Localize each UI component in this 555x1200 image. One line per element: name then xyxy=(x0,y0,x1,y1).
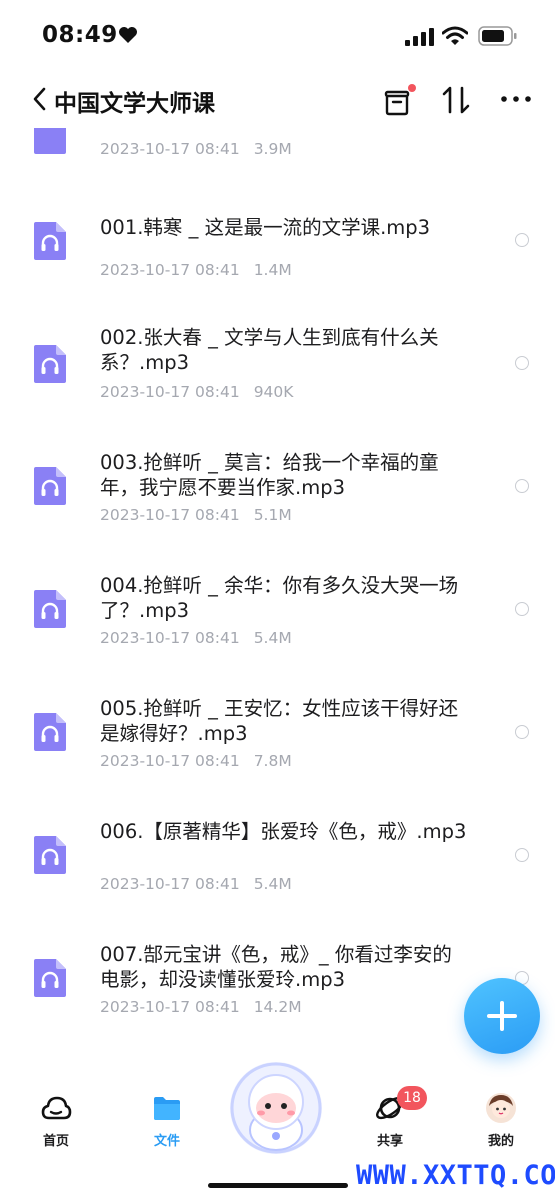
file-size: 7.8M xyxy=(253,752,292,770)
select-radio[interactable] xyxy=(515,602,529,616)
file-date: 2023-10-17 08:41 xyxy=(100,506,240,524)
file-row[interactable]: 2023-10-17 08:41 3.9M xyxy=(0,128,555,158)
file-meta: 2023-10-17 08:41 5.1M xyxy=(100,506,292,524)
file-size: 5.1M xyxy=(253,506,292,524)
file-meta: 2023-10-17 08:41 940K xyxy=(100,383,293,401)
home-indicator xyxy=(208,1183,348,1188)
file-date: 2023-10-17 08:41 xyxy=(100,875,240,893)
file-name: 007.郜元宝讲《色，戒》_ 你看过李安的电影，却没读懂张爱玲.mp3 xyxy=(100,943,452,991)
cellular-signal-icon xyxy=(405,28,434,46)
file-row[interactable]: 006.【原著精华】张爱玲《色，戒》.mp3 2023-10-17 08:41 5… xyxy=(0,819,555,942)
file-meta: 2023-10-17 08:41 5.4M xyxy=(100,875,292,893)
select-radio[interactable] xyxy=(515,233,529,247)
heart-icon xyxy=(119,27,137,43)
file-row[interactable]: 004.抢鲜听 _ 余华：你有多久没大哭一场了？.mp3 2023-10-17 … xyxy=(0,573,555,696)
file-name: 006.【原著精华】张爱玲《色，戒》.mp3 xyxy=(100,820,467,843)
avatar xyxy=(486,1093,516,1123)
sort-icon[interactable] xyxy=(440,84,472,116)
select-radio[interactable] xyxy=(515,848,529,862)
tab-files[interactable]: 文件 xyxy=(127,1092,207,1152)
tab-mine[interactable]: 我的 xyxy=(461,1092,541,1152)
select-radio[interactable] xyxy=(515,479,529,493)
file-meta: 2023-10-17 08:41 1.4M xyxy=(100,261,292,279)
file-date: 2023-10-17 08:41 xyxy=(100,998,240,1016)
file-list: 2023-10-17 08:41 3.9M 001.韩寒 _ 这是最一流的文学课.… xyxy=(0,128,555,1080)
page-title: 中国文学大师课 xyxy=(54,91,215,117)
tab-home[interactable]: 首页 xyxy=(16,1092,96,1152)
battery-icon xyxy=(478,26,517,46)
file-row[interactable]: 003.抢鲜听 _ 莫言：给我一个幸福的童年，我宁愿不要当作家.mp3 2023… xyxy=(0,450,555,573)
audio-file-icon xyxy=(34,467,66,505)
file-name: 003.抢鲜听 _ 莫言：给我一个幸福的童年，我宁愿不要当作家.mp3 xyxy=(100,451,439,499)
file-name: 005.抢鲜听 _ 王安忆：女性应该干得好还是嫁得好？.mp3 xyxy=(100,697,459,745)
file-name: 004.抢鲜听 _ 余华：你有多久没大哭一场了？.mp3 xyxy=(100,574,459,622)
file-row[interactable]: 001.韩寒 _ 这是最一流的文学课.mp3 2023-10-17 08:41 1… xyxy=(0,208,555,331)
file-row[interactable]: 002.张大春 _ 文学与人生到底有什么关系？.mp3 2023-10-17 0… xyxy=(0,326,555,451)
watermark-text: WWW.XXTTQ.COM xyxy=(356,1160,555,1191)
file-date: 2023-10-17 08:41 xyxy=(100,629,240,647)
file-name: 002.张大春 _ 文学与人生到底有什么关系？.mp3 xyxy=(100,326,439,374)
tab-label: 首页 xyxy=(42,1134,69,1149)
select-radio[interactable] xyxy=(515,725,529,739)
plus-icon xyxy=(487,1001,517,1031)
file-meta: 2023-10-17 08:41 5.4M xyxy=(100,629,292,647)
tab-share[interactable]: 18 共享 xyxy=(350,1086,430,1152)
tab-label: 我的 xyxy=(487,1134,514,1149)
select-radio[interactable] xyxy=(515,356,529,370)
audio-file-icon xyxy=(34,128,66,154)
notification-dot xyxy=(408,84,416,92)
audio-file-icon xyxy=(34,222,66,260)
file-row[interactable]: 005.抢鲜听 _ 王安忆：女性应该干得好还是嫁得好？.mp3 2023-10-… xyxy=(0,696,555,819)
file-size: 3.9M xyxy=(253,140,292,158)
file-meta: 2023-10-17 08:41 7.8M xyxy=(100,752,292,770)
tab-label: 共享 xyxy=(376,1134,403,1149)
notification-badge: 18 xyxy=(397,1086,427,1110)
file-size: 5.4M xyxy=(253,629,292,647)
wifi-icon xyxy=(442,26,468,45)
file-meta: 2023-10-17 08:41 3.9M xyxy=(100,140,292,158)
mascot-icon xyxy=(230,1062,322,1154)
back-chevron-icon[interactable] xyxy=(30,86,50,112)
transfer-list-icon[interactable] xyxy=(382,84,416,118)
more-options-icon[interactable] xyxy=(499,84,533,114)
status-bar: 08:49 xyxy=(0,0,555,72)
file-date: 2023-10-17 08:41 xyxy=(100,752,240,770)
add-button[interactable] xyxy=(464,978,540,1054)
nav-bar: 中国文学大师课 xyxy=(0,72,555,128)
audio-file-icon xyxy=(34,959,66,997)
file-size: 14.2M xyxy=(253,998,302,1016)
file-date: 2023-10-17 08:41 xyxy=(100,261,240,279)
file-meta: 2023-10-17 08:41 14.2M xyxy=(100,998,302,1016)
file-size: 5.4M xyxy=(253,875,292,893)
file-date: 2023-10-17 08:41 xyxy=(100,383,240,401)
cloud-icon xyxy=(41,1096,72,1120)
tab-label: 文件 xyxy=(153,1134,180,1149)
status-time: 08:49 xyxy=(42,22,118,48)
audio-file-icon xyxy=(34,836,66,874)
audio-file-icon xyxy=(34,713,66,751)
file-name: 001.韩寒 _ 这是最一流的文学课.mp3 xyxy=(100,216,431,239)
folder-icon xyxy=(154,1097,180,1120)
file-date: 2023-10-17 08:41 xyxy=(100,140,240,158)
file-size: 940K xyxy=(253,383,294,401)
audio-file-icon xyxy=(34,590,66,628)
assistant-mascot-button[interactable] xyxy=(226,1058,326,1158)
file-size: 1.4M xyxy=(253,261,292,279)
audio-file-icon xyxy=(34,345,66,383)
